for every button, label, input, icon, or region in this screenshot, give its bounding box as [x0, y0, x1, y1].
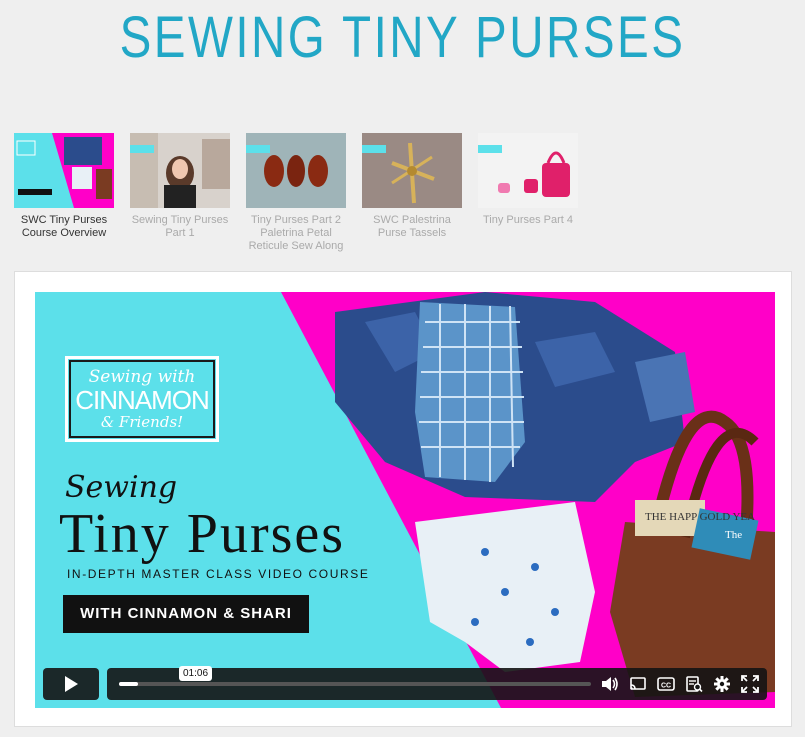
volume-icon[interactable]	[601, 675, 619, 693]
transcript-icon[interactable]	[685, 675, 703, 693]
poster-script-word: Sewing	[65, 470, 178, 505]
logo-text-line-1: Sewing with	[88, 367, 196, 387]
player-controls: 01:06 CC	[43, 666, 767, 700]
playlist-item-part-2[interactable]: Tiny Purses Part 2 Paletrina Petal Retic…	[244, 133, 348, 253]
thumbnail-image[interactable]	[246, 133, 346, 208]
progress-bar[interactable]: 01:06	[119, 666, 591, 686]
progress-fill	[119, 682, 138, 686]
captions-icon[interactable]: CC	[657, 675, 675, 693]
sewing-with-cinnamon-logo: Sewing with CINNAMON & Friends!	[65, 356, 219, 442]
control-bar: 01:06 CC	[107, 666, 767, 700]
play-button[interactable]	[43, 668, 99, 700]
playlist-item-course-overview[interactable]: SWC Tiny Purses Course Overview	[12, 133, 116, 240]
playlist-item-title[interactable]: SWC Palestrina Purse Tassels	[360, 214, 464, 240]
thumbnail-image[interactable]	[362, 133, 462, 208]
captions-label: CC	[661, 683, 671, 690]
video-player-card: THE HAPP GOLD YEA The Sewing with CINNAM…	[14, 271, 792, 727]
poster-subtitle: IN-DEPTH MASTER CLASS VIDEO COURSE	[67, 567, 370, 581]
cast-icon[interactable]	[629, 675, 647, 693]
playlist-item-part-4[interactable]: Tiny Purses Part 4	[476, 133, 580, 227]
playlist-item-tassels[interactable]: SWC Palestrina Purse Tassels	[360, 133, 464, 240]
thumbnail-image[interactable]	[130, 133, 230, 208]
fullscreen-icon[interactable]	[741, 675, 759, 693]
playlist-item-title[interactable]: Tiny Purses Part 4	[476, 214, 580, 227]
play-icon	[65, 676, 78, 692]
playlist-item-title[interactable]: Tiny Purses Part 2 Paletrina Petal Retic…	[244, 214, 348, 253]
thumbnail-image[interactable]	[14, 133, 114, 208]
book-title-text: THE HAPP GOLD YEA	[645, 511, 755, 523]
book-title-text-2: The	[725, 529, 742, 541]
logo-text-line-3: & Friends!	[100, 413, 184, 431]
logo-text-line-2: CINNAMON	[75, 385, 210, 415]
video-player[interactable]: THE HAPP GOLD YEA The Sewing with CINNAM…	[35, 292, 775, 708]
settings-icon[interactable]	[713, 675, 731, 693]
playlist-item-title[interactable]: SWC Tiny Purses Course Overview	[12, 214, 116, 240]
playlist-item-title[interactable]: Sewing Tiny Purses Part 1	[128, 214, 232, 240]
poster-presenters: WITH CINNAMON & SHARI	[63, 595, 309, 633]
playlist-item-part-1[interactable]: Sewing Tiny Purses Part 1	[128, 133, 232, 240]
poster-main-title: Tiny Purses	[59, 503, 346, 565]
time-tooltip: 01:06	[179, 666, 213, 681]
page-title: SEWING TINY PURSES	[119, 5, 686, 70]
thumbnail-image[interactable]	[478, 133, 578, 208]
